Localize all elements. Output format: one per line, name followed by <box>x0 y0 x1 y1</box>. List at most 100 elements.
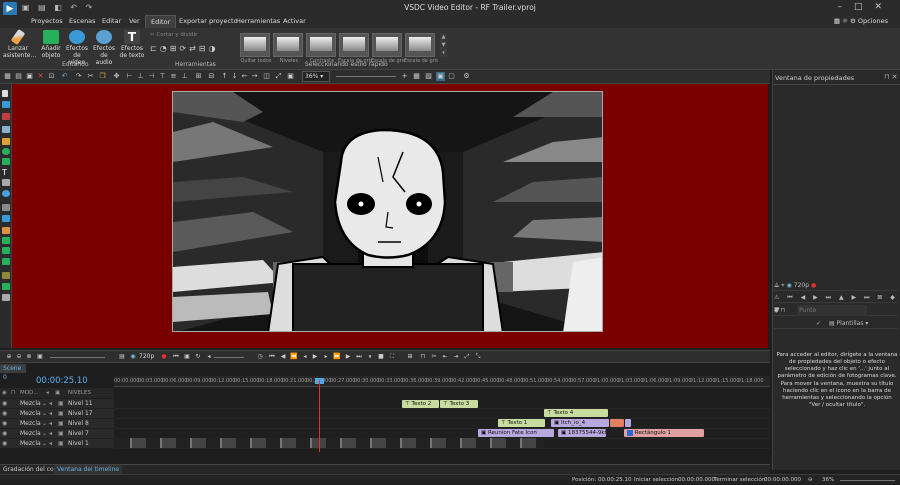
play-icon[interactable]: ▶ <box>311 353 319 361</box>
style-thumb-remove-all[interactable]: Quitar todos <box>240 33 272 64</box>
eye-icon[interactable]: ◉ <box>787 282 792 289</box>
visibility-eye-icon[interactable]: ◉ <box>2 409 7 419</box>
fast-forward-icon[interactable]: ⏩ <box>333 353 341 361</box>
clip-small-red[interactable] <box>610 419 624 427</box>
wizard-button[interactable]: Lanzar asistente... <box>3 28 36 59</box>
fit-icon[interactable]: ⤢ <box>274 72 283 81</box>
track-header[interactable]: ◉ Mezcla ⌄ ◂ ▣ Nivel 17 <box>0 409 114 419</box>
remove-marker-icon[interactable]: ⊖ <box>15 353 23 361</box>
preview-toggle-icon[interactable]: ▣ <box>436 72 445 81</box>
more-tools-icon[interactable] <box>2 294 10 301</box>
pin-icon[interactable]: ⊓ ✕ <box>884 73 898 81</box>
align-right-icon[interactable]: ⊣ <box>147 72 156 81</box>
split-view-icon[interactable]: ⊞ <box>406 353 414 361</box>
distribute-icon[interactable]: ⊞ <box>194 72 203 81</box>
track-video-icon[interactable]: ▣ <box>58 439 64 449</box>
arrow-down-icon[interactable]: ↓ <box>230 72 239 81</box>
menu-escenas[interactable]: Escenas <box>69 17 96 25</box>
collapse-icon[interactable]: ⤡ <box>474 353 482 361</box>
grid-icon[interactable]: ▦ <box>3 72 12 81</box>
layer-icon[interactable]: ▤ <box>14 72 23 81</box>
properties-title[interactable]: Ventana de propiedades <box>775 74 854 82</box>
visibility-eye-icon[interactable]: ◉ <box>2 439 7 449</box>
pause-icon[interactable]: ⏸ <box>366 353 374 361</box>
dropdown-chevron-icon[interactable]: ⌄ <box>42 419 47 429</box>
track-header[interactable]: ◉ Mezcla ⌄ ◂ ▣ Nivel 1 <box>0 439 114 449</box>
crop-icon[interactable]: ⊏ <box>150 44 160 53</box>
clip-main-video[interactable] <box>116 438 544 448</box>
track-video-icon[interactable]: ▣ <box>58 399 64 409</box>
play-object-icon[interactable] <box>2 258 10 265</box>
menu-exportar[interactable]: Exportar proyecto <box>179 17 238 25</box>
header-video-icon[interactable]: ▣ <box>55 388 60 398</box>
scene-tab[interactable]: Scene 0 <box>0 364 26 381</box>
cut-split-button[interactable]: ✂ Cortar y dividir <box>150 32 197 38</box>
quick-access-toolbar[interactable]: ▣ ▤ ◧ ↶ ↷ <box>22 3 95 12</box>
pointer-icon[interactable] <box>2 90 8 97</box>
zoom-select[interactable]: 36% ▾ <box>302 71 330 82</box>
text-tool-icon[interactable]: T <box>2 169 10 177</box>
menu-herramientas[interactable]: Herramientas <box>236 17 280 25</box>
clip-image-18375544[interactable]: ▣ 18375544-9kf <box>558 429 606 437</box>
image-icon[interactable] <box>2 237 10 244</box>
track-audio-icon[interactable]: ◂ <box>49 429 52 439</box>
volume-icon[interactable]: ◂ <box>205 353 213 361</box>
view-mode-icon[interactable]: ▤ <box>118 353 126 361</box>
effects-icon[interactable] <box>2 283 10 290</box>
freeze-icon[interactable]: ◑ <box>209 44 219 53</box>
preview-resolution[interactable]: 720p <box>139 353 154 360</box>
arrow-left-icon[interactable]: ← <box>240 72 249 81</box>
frame-back-icon[interactable]: ⏮ <box>172 353 180 361</box>
counter-icon[interactable] <box>2 204 10 211</box>
settings-gear-icon[interactable]: ⚙ <box>462 72 471 81</box>
blend-mode[interactable]: Mezcla <box>20 399 41 409</box>
brightness-icon[interactable]: ☼ <box>842 17 848 25</box>
track-audio-icon[interactable]: ◂ <box>49 409 52 419</box>
tools-row[interactable]: ⊏◔⊞⟳⇄⊟◑ <box>150 44 218 53</box>
loop-icon[interactable]: ↻ <box>194 353 202 361</box>
track-audio-icon[interactable]: ◂ <box>49 399 52 409</box>
clip-texto-2[interactable]: ⊤ Texto 2 <box>402 400 439 408</box>
check-icon[interactable]: ✓ <box>816 320 821 327</box>
size-icon[interactable]: ◫ <box>262 72 271 81</box>
video-object-icon[interactable] <box>2 101 10 108</box>
audio-effects-button[interactable]: Efectos de audio <box>92 30 116 66</box>
visibility-eye-icon[interactable]: ◉ <box>2 419 7 429</box>
reverse-icon[interactable]: ⇄ <box>189 44 199 53</box>
waveform-icon[interactable] <box>2 272 10 279</box>
track-video-icon[interactable]: ▣ <box>58 429 64 439</box>
align-center-icon[interactable]: ⊥ <box>136 72 145 81</box>
style-thumb-levels[interactable]: Niveles <box>273 33 303 64</box>
gear-icon[interactable]: ⚙ <box>850 17 856 25</box>
blend-mode[interactable]: Mezcla <box>20 439 41 449</box>
full-icon[interactable]: ▣ <box>286 72 295 81</box>
lock-icon[interactable]: ⊓ <box>781 307 786 314</box>
zoom-fit-icon[interactable]: ⌖ <box>781 282 784 289</box>
zoom-slider[interactable] <box>336 76 396 77</box>
record-icon[interactable]: ● <box>160 353 168 361</box>
undo-icon[interactable]: ↶ <box>60 72 69 81</box>
fullscreen-icon[interactable]: ⛶ <box>388 353 396 361</box>
menu-ver[interactable]: Ver <box>129 17 140 25</box>
track-audio-icon[interactable]: ◂ <box>49 439 52 449</box>
maximize-icon[interactable]: □ <box>854 2 875 12</box>
stabilize-icon[interactable]: ⊞ <box>170 44 180 53</box>
style-gallery-scroll[interactable]: ▲ ▼ ▾ <box>440 33 447 57</box>
blend-mode[interactable]: Mezcla <box>20 429 41 439</box>
keyframe-controls[interactable]: ⚠ ⏮ ◀ ▶ ⏭ ▲ ▶ ⏭ ⊠ ◆ ▬ <box>774 292 898 312</box>
clip-reunion-fate-icon[interactable]: ▣ Reunion Fate Icon <box>478 429 554 437</box>
track-header[interactable]: ◉ Mezcla ⌄ ◂ ▣ Nivel 7 <box>0 429 114 439</box>
snap-toggle-icon[interactable]: ▣ <box>36 353 44 361</box>
pointer-mode-icon[interactable]: ⟁ <box>774 282 779 289</box>
clip-small-purple[interactable] <box>625 419 631 427</box>
prev-frame-icon[interactable]: ◀ <box>279 353 287 361</box>
pen-icon[interactable] <box>2 126 10 133</box>
paste-icon[interactable]: ▣ <box>25 72 34 81</box>
cut-icon[interactable]: ✂ <box>86 72 95 81</box>
align-top-icon[interactable]: ⊤ <box>158 72 167 81</box>
snap-icon[interactable]: ▧ <box>424 72 433 81</box>
safe-area-icon[interactable]: ▢ <box>447 72 456 81</box>
point-row[interactable]: ◆ ⊓ Punto <box>774 305 898 316</box>
tab-color-grading[interactable]: Gradación del color <box>3 466 61 473</box>
track-audio-icon[interactable]: ◂ <box>49 419 52 429</box>
